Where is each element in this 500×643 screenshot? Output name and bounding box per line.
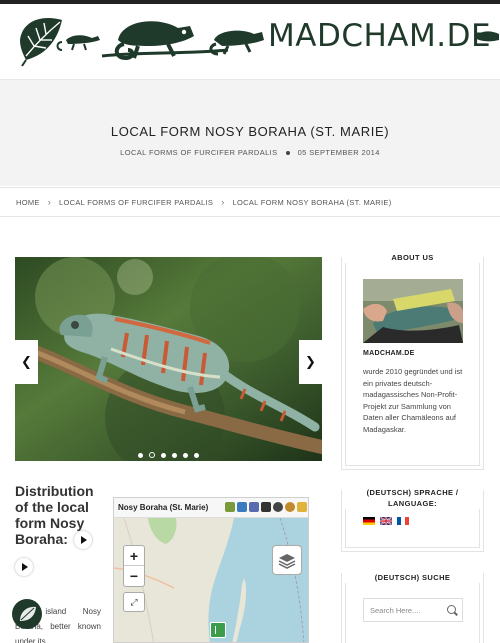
- flag-fr-icon[interactable]: [397, 517, 409, 525]
- slider-dot[interactable]: [161, 453, 166, 458]
- language-flags: [363, 517, 409, 525]
- logo-text: MADCHAM.DE: [268, 18, 492, 54]
- site-logo[interactable]: MADCHAM.DE: [18, 10, 500, 68]
- slider-prev-button[interactable]: ❮: [15, 340, 38, 384]
- map-zoom-control: + −: [123, 545, 145, 587]
- slider-dot[interactable]: [138, 453, 143, 458]
- about-title: ABOUT US: [342, 252, 483, 263]
- map-marker-icon[interactable]: [210, 622, 226, 638]
- page-title: LOCAL FORM NOSY BORAHA (ST. MARIE): [110, 124, 390, 139]
- slider-dot[interactable]: [194, 453, 199, 458]
- map-fullscreen-button[interactable]: ⤢: [123, 592, 145, 612]
- info-icon[interactable]: [285, 502, 295, 512]
- breadcrumb: HOME › LOCAL FORMS OF FURCIFER PARDALIS …: [0, 187, 500, 217]
- about-name: MADCHAM.DE: [363, 350, 415, 357]
- slider-dot[interactable]: [183, 453, 188, 458]
- post-category-link[interactable]: LOCAL FORMS OF FURCIFER PARDALIS: [120, 148, 277, 157]
- zoom-in-button[interactable]: +: [124, 546, 144, 566]
- globe-icon[interactable]: [237, 502, 247, 512]
- map-toolbar: [225, 502, 307, 512]
- language-title: (DEUTSCH) SPRACHE / LANGUAGE:: [342, 487, 483, 509]
- map-title: Nosy Boraha (St. Marie): [118, 503, 209, 512]
- map-widget[interactable]: Nosy Boraha (St. Marie) + − ⤢: [113, 497, 309, 643]
- play-audio-button[interactable]: [73, 531, 92, 550]
- post-date: 05 SEPTEMBER 2014: [297, 148, 380, 157]
- qr-code-icon[interactable]: [261, 502, 271, 512]
- zoom-out-button[interactable]: −: [124, 566, 144, 586]
- about-text: wurde 2010 gegründet und ist ein private…: [363, 367, 463, 434]
- chevron-left-icon: ❮: [21, 354, 32, 369]
- about-photo: [363, 279, 463, 343]
- search-form: [363, 598, 463, 622]
- car-icon[interactable]: [225, 502, 235, 512]
- title-band: LOCAL FORM NOSY BORAHA (ST. MARIE) LOCAL…: [0, 80, 500, 186]
- flag-gb-icon[interactable]: [380, 517, 392, 525]
- map-canvas[interactable]: + − ⤢: [114, 518, 308, 642]
- chameleon-small-icon: [475, 31, 499, 42]
- language-widget: (DEUTSCH) SPRACHE / LANGUAGE:: [341, 487, 484, 552]
- layers-icon[interactable]: [297, 502, 307, 512]
- post-meta: LOCAL FORMS OF FURCIFER PARDALIS 05 SEPTE…: [0, 148, 500, 157]
- chevron-right-icon: ❯: [305, 354, 316, 369]
- map-title-bar: Nosy Boraha (St. Marie): [114, 498, 308, 518]
- slider-dot-active[interactable]: [149, 452, 155, 458]
- search-icon[interactable]: [447, 605, 456, 614]
- layers-stack-icon: [278, 554, 296, 569]
- chameleon-photo: [15, 257, 322, 461]
- play-audio-button-2[interactable]: [15, 558, 33, 576]
- map-layers-button[interactable]: [272, 545, 302, 575]
- slider-dots: [15, 445, 322, 461]
- about-widget: ABOUT US MADCHAM.DE wurde 2010 gegründet…: [341, 252, 484, 470]
- chevron-right-icon: ›: [47, 197, 52, 207]
- fullscreen-icon[interactable]: [249, 502, 259, 512]
- image-slider[interactable]: ❮ ❯: [15, 257, 322, 461]
- search-title: (DEUTSCH) SUCHE: [342, 572, 483, 583]
- chameleon-hands-photo: [363, 279, 463, 343]
- site-header: MADCHAM.DE: [0, 4, 500, 80]
- slider-next-button[interactable]: ❯: [299, 340, 322, 384]
- distribution-heading: Distribution of the local form Nosy Bora…: [15, 483, 100, 550]
- search-widget: (DEUTSCH) SUCHE: [341, 572, 484, 643]
- breadcrumb-home-link[interactable]: HOME: [16, 198, 40, 207]
- breadcrumb-current: LOCAL FORM NOSY BORAHA (ST. MARIE): [232, 197, 392, 207]
- search-input[interactable]: [364, 599, 442, 621]
- leaf-badge-icon[interactable]: [12, 599, 42, 629]
- breadcrumb-category-link[interactable]: LOCAL FORMS OF FURCIFER PARDALIS: [59, 198, 213, 207]
- meta-separator-dot: [285, 150, 290, 155]
- target-icon[interactable]: [273, 502, 283, 512]
- slider-dot[interactable]: [172, 453, 177, 458]
- flag-de-icon[interactable]: [363, 517, 375, 525]
- chameleon-logo-icon: [20, 18, 264, 67]
- chevron-right-icon: ›: [221, 197, 225, 207]
